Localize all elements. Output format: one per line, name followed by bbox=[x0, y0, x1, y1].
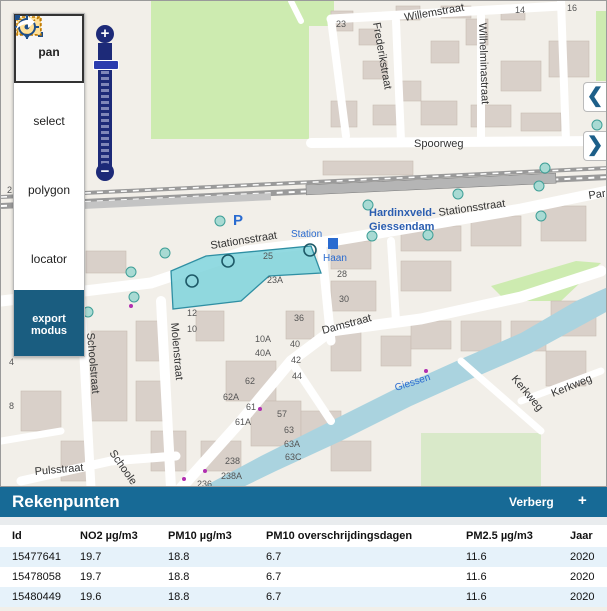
zoom-slider-handle[interactable] bbox=[93, 60, 119, 70]
svg-text:42: 42 bbox=[291, 355, 301, 365]
table-row[interactable]: 15478058 19.7 18.8 6.7 11.6 2020 bbox=[0, 567, 607, 587]
map-view[interactable]: Willemstraat Frederikstraat Wilhelminast… bbox=[0, 0, 607, 487]
cell-id: 15477641 bbox=[12, 551, 61, 563]
svg-text:40: 40 bbox=[290, 339, 300, 349]
cell-pm10-days: 6.7 bbox=[266, 571, 282, 583]
select-tool-button[interactable]: select bbox=[14, 15, 84, 152]
poi-label: Station bbox=[291, 229, 322, 240]
cell-id: 15480449 bbox=[12, 591, 61, 603]
cell-pm10-days: 6.7 bbox=[266, 591, 282, 603]
svg-text:16: 16 bbox=[567, 3, 577, 13]
cell-no2: 19.7 bbox=[80, 571, 102, 583]
svg-text:14: 14 bbox=[515, 5, 525, 15]
svg-text:62: 62 bbox=[245, 376, 255, 386]
green-area bbox=[596, 11, 606, 81]
svg-text:12: 12 bbox=[187, 308, 197, 318]
svg-text:25: 25 bbox=[263, 251, 273, 261]
svg-text:23A: 23A bbox=[267, 275, 283, 285]
cell-year: 2020 bbox=[570, 591, 595, 603]
zoom-in-button[interactable]: + bbox=[96, 25, 114, 43]
results-table: Id NO2 µg/m3 PM10 µg/m3 PM10 overschrijd… bbox=[0, 525, 607, 607]
hide-panel-button[interactable]: Verberg bbox=[509, 495, 554, 509]
svg-text:10A: 10A bbox=[255, 334, 271, 344]
add-button[interactable]: + bbox=[578, 492, 587, 509]
zoom-out-button[interactable]: − bbox=[96, 163, 114, 181]
svg-text:61A: 61A bbox=[235, 417, 251, 427]
cemetery-area bbox=[421, 433, 541, 486]
cell-id: 15478058 bbox=[12, 571, 61, 583]
table-header-row: Id NO2 µg/m3 PM10 µg/m3 PM10 overschrijd… bbox=[0, 525, 607, 547]
poi-label: Haan bbox=[323, 253, 347, 264]
svg-text:61: 61 bbox=[246, 402, 256, 412]
cell-pm25: 11.6 bbox=[466, 591, 487, 603]
svg-text:63C: 63C bbox=[285, 452, 302, 462]
column-header-pm10[interactable]: PM10 µg/m3 bbox=[168, 525, 266, 547]
svg-text:40A: 40A bbox=[255, 348, 271, 358]
cell-pm25: 11.6 bbox=[466, 551, 487, 563]
parking-icon: P bbox=[233, 212, 243, 229]
table-row[interactable]: 15477641 19.7 18.8 6.7 11.6 2020 bbox=[0, 547, 607, 567]
column-header-id[interactable]: Id bbox=[0, 525, 80, 547]
svg-text:238: 238 bbox=[225, 456, 240, 466]
street-label: Spoorweg bbox=[414, 138, 464, 150]
export-mode-button[interactable]: export modus bbox=[14, 16, 84, 356]
cell-pm25: 11.6 bbox=[466, 571, 487, 583]
column-header-year[interactable]: Jaar bbox=[570, 525, 607, 547]
column-header-no2[interactable]: NO2 µg/m3 bbox=[80, 525, 168, 547]
svg-text:63A: 63A bbox=[284, 439, 300, 449]
svg-text:44: 44 bbox=[292, 371, 302, 381]
svg-text:236: 236 bbox=[197, 479, 212, 487]
cell-no2: 19.6 bbox=[80, 591, 102, 603]
cell-year: 2020 bbox=[570, 551, 595, 563]
svg-text:63: 63 bbox=[284, 425, 294, 435]
place-label: Hardinxveld- bbox=[369, 207, 436, 219]
svg-text:57: 57 bbox=[277, 409, 287, 419]
column-header-pm25[interactable]: PM2.5 µg/m3 bbox=[466, 525, 570, 547]
cell-pm10: 18.8 bbox=[168, 551, 190, 563]
fuel-icon bbox=[328, 238, 338, 249]
svg-text:4: 4 bbox=[9, 357, 14, 367]
locator-tool-label: locator bbox=[30, 251, 68, 266]
svg-text:10: 10 bbox=[187, 324, 197, 334]
map-canvas: Willemstraat Frederikstraat Wilhelminast… bbox=[1, 1, 607, 487]
collapse-left-arrow-button[interactable]: ❮ bbox=[583, 82, 606, 112]
svg-text:8: 8 bbox=[9, 401, 14, 411]
select-tool-label: select bbox=[33, 113, 65, 128]
cell-no2: 19.7 bbox=[80, 551, 102, 563]
export-label-line2: modus bbox=[30, 324, 68, 337]
svg-text:30: 30 bbox=[339, 294, 349, 304]
polygon-tool-label: polygon bbox=[27, 182, 71, 197]
street-label: Paral bbox=[588, 187, 607, 202]
panel-divider bbox=[0, 517, 607, 525]
zoom-control: + − bbox=[93, 25, 119, 181]
cell-pm10: 18.8 bbox=[168, 591, 190, 603]
column-header-pm10-days[interactable]: PM10 overschrijdingsdagen bbox=[266, 525, 466, 547]
cell-year: 2020 bbox=[570, 571, 595, 583]
svg-text:2: 2 bbox=[7, 185, 12, 195]
svg-text:62A: 62A bbox=[223, 392, 239, 402]
polygon-tool-button[interactable]: polygon bbox=[14, 15, 84, 221]
cell-pm10-days: 6.7 bbox=[266, 551, 282, 563]
share-arrow-icon bbox=[16, 16, 35, 30]
svg-text:28: 28 bbox=[337, 269, 347, 279]
svg-text:238A: 238A bbox=[221, 471, 242, 481]
park-area bbox=[151, 1, 309, 139]
panel-title: Rekenpunten bbox=[12, 492, 120, 511]
results-panel-header: Rekenpunten Verberg + bbox=[0, 487, 607, 517]
table-row[interactable]: 15480449 19.6 18.8 6.7 11.6 2020 bbox=[0, 587, 607, 607]
svg-text:36: 36 bbox=[294, 313, 304, 323]
expand-right-arrow-button[interactable]: ❯ bbox=[583, 131, 606, 161]
cell-pm10: 18.8 bbox=[168, 571, 190, 583]
svg-text:23: 23 bbox=[336, 19, 346, 29]
locator-tool-button[interactable]: locator bbox=[14, 15, 84, 290]
export-label-line1: export bbox=[32, 312, 66, 325]
map-toolbar: pan select polygon locator export modus bbox=[13, 13, 85, 357]
pan-tool-label: pan bbox=[38, 44, 60, 59]
